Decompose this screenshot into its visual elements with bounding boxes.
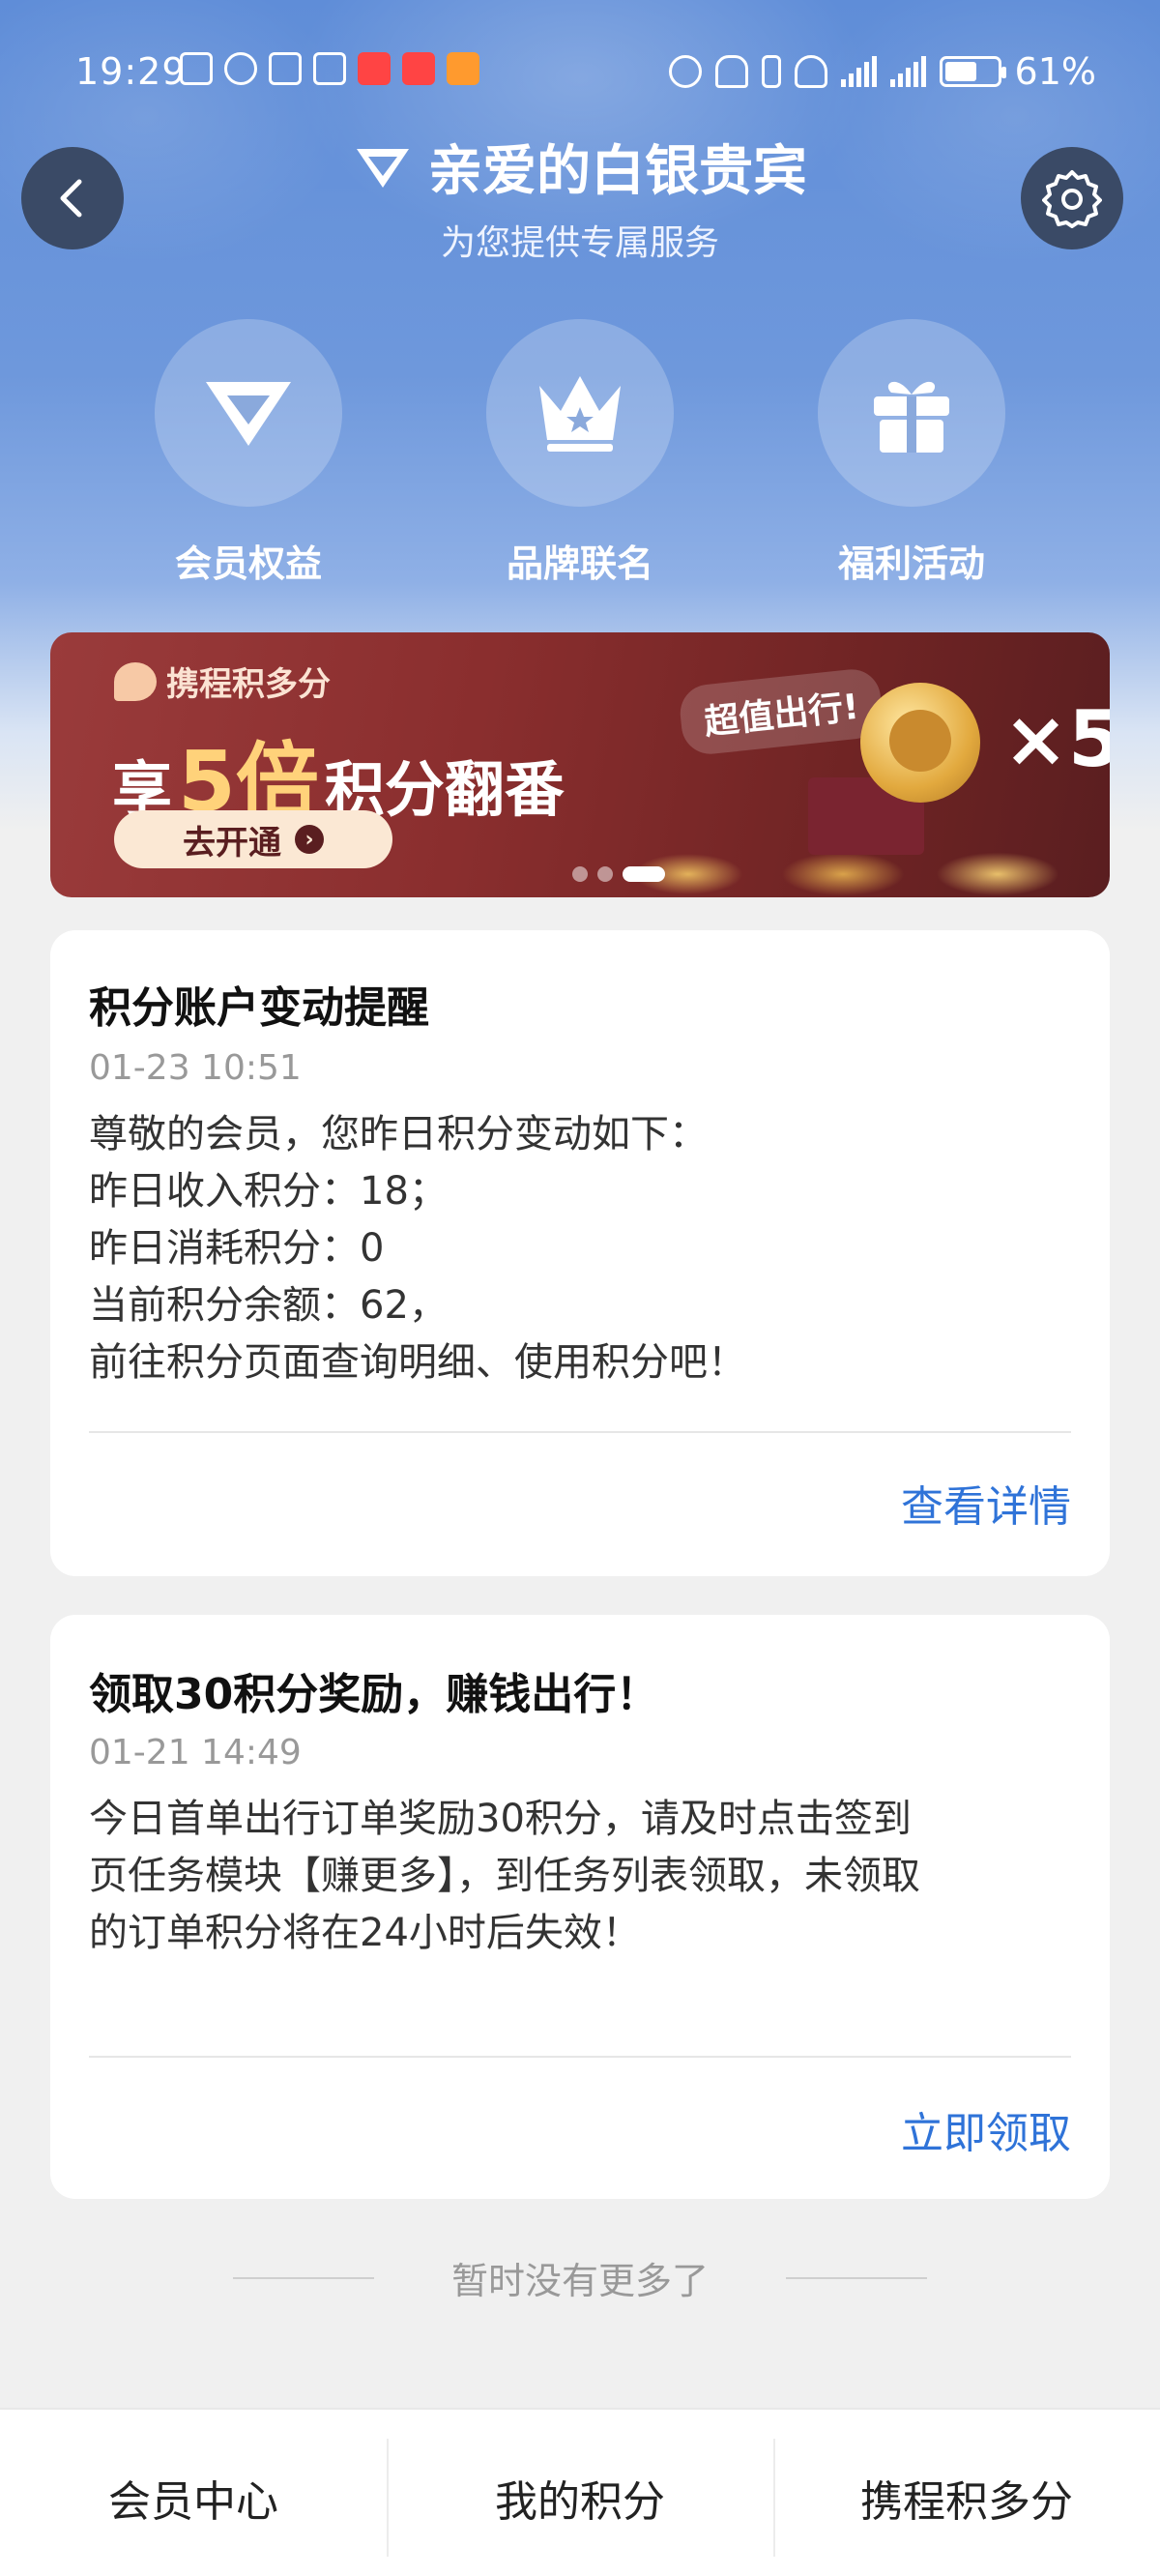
message-card: 积分账户变动提醒 01-23 10:51 尊敬的会员，您昨日积分变动如下： 昨日… <box>50 930 1110 1576</box>
entry-label: 会员权益 <box>174 542 322 585</box>
small-battery-icon <box>761 55 781 88</box>
headphones-icon <box>714 55 748 88</box>
alarm-icon <box>668 55 702 88</box>
app-icon <box>313 52 346 85</box>
view-details-link[interactable]: 查看详情 <box>901 1472 1071 1534</box>
app-red-icon-2 <box>402 52 435 85</box>
coin-icon <box>860 683 980 803</box>
message-line: 前往积分页面查询明细、使用积分吧！ <box>89 1340 746 1385</box>
mute-bell-icon <box>794 55 827 88</box>
weibo-icon <box>447 52 479 85</box>
app-red-icon <box>358 52 391 85</box>
banner-tag: 超值出行! <box>677 666 885 757</box>
gear-icon <box>1042 170 1102 228</box>
tab-ctrip-points[interactable]: 携程积多分 <box>773 2410 1160 2576</box>
no-more-text: 暂时没有更多了 <box>450 2260 709 2302</box>
tab-my-points[interactable]: 我的积分 <box>387 2410 773 2576</box>
entry-label: 品牌联名 <box>506 542 653 585</box>
battery-icon <box>939 56 1006 87</box>
status-notification-icons <box>180 52 479 85</box>
promo-banner[interactable]: 携程积多分 享 5倍 积分翻番 去开通 › 超值出行! ×5 <box>50 632 1110 897</box>
gift-icon <box>874 381 949 453</box>
message-line: 页任务模块【赚更多】，到任务列表领取，未领取 <box>89 1854 920 1898</box>
pagination-dot <box>572 866 588 882</box>
settings-button[interactable] <box>1021 147 1123 249</box>
banner-open-button[interactable]: 去开通 › <box>114 810 392 868</box>
entry-label: 福利活动 <box>837 542 985 585</box>
diamond-icon <box>357 148 409 188</box>
tab-member-center[interactable]: 会员中心 <box>0 2410 387 2576</box>
entry-icon-circle <box>155 319 342 507</box>
divider-line <box>232 2276 374 2279</box>
brand-logo-icon <box>114 661 157 701</box>
page-subtitle: 为您提供专属服务 <box>440 223 719 263</box>
banner-multiplier: ×5 <box>1003 694 1110 784</box>
entry-welfare-activity[interactable]: 福利活动 <box>796 319 1028 587</box>
message-line: 当前积分余额：62， <box>89 1283 448 1328</box>
message-body: 尊敬的会员，您昨日积分变动如下： 昨日收入积分：18； 昨日消耗积分：0 当前积… <box>89 1106 1075 1391</box>
diamond-icon <box>206 382 291 446</box>
claim-now-link[interactable]: 立即领取 <box>901 2098 1071 2160</box>
message-card: 领取30积分奖励，赚钱出行！ 01-21 14:49 今日首单出行订单奖励30积… <box>50 1615 1110 2199</box>
bottom-tab-bar: 会员中心 我的积分 携程积多分 <box>0 2408 1160 2576</box>
signal-5g-icon <box>840 56 877 87</box>
nfc-icon <box>269 52 302 85</box>
page-title: 亲爱的白银贵宾 <box>428 140 807 203</box>
status-system-icons: 61% <box>668 50 1096 93</box>
battery-fill <box>944 62 976 81</box>
banner-pagination <box>572 866 665 882</box>
message-line: 昨日收入积分：18； <box>89 1169 448 1214</box>
message-time: 01-23 10:51 <box>89 1048 302 1088</box>
crown-icon <box>539 376 621 452</box>
card-divider <box>89 1431 1071 1433</box>
eye-icon <box>224 52 257 85</box>
divider-line <box>786 2276 927 2279</box>
message-time: 01-21 14:49 <box>89 1733 302 1772</box>
banner-brand-text: 携程积多分 <box>166 665 331 704</box>
banner-brand: 携程积多分 <box>114 658 331 705</box>
end-of-list: 暂时没有更多了 <box>0 2251 1160 2304</box>
message-line: 尊敬的会员，您昨日积分变动如下： <box>89 1112 708 1156</box>
message-title: 领取30积分奖励，赚钱出行！ <box>89 1670 659 1719</box>
entry-icon-circle <box>486 319 674 507</box>
chevron-right-icon: › <box>295 825 324 854</box>
message-body: 今日首单出行订单奖励30积分，请及时点击签到 页任务模块【赚更多】，到任务列表领… <box>89 1791 1075 1962</box>
entry-brand-collab[interactable]: 品牌联名 <box>464 319 696 587</box>
status-time: 19:29 <box>75 50 187 93</box>
cast-icon <box>180 52 213 85</box>
card-divider <box>89 2056 1071 2058</box>
message-line: 今日首单出行订单奖励30积分，请及时点击签到 <box>89 1797 912 1841</box>
status-bar: 19:29 61% <box>0 39 1160 106</box>
message-line: 昨日消耗积分：0 <box>89 1226 385 1271</box>
quick-entries: 会员权益 品牌联名 福利活动 <box>0 319 1160 590</box>
battery-percentage: 61% <box>1014 50 1096 93</box>
signal-5g-icon-2 <box>889 56 926 87</box>
message-title: 积分账户变动提醒 <box>89 983 429 1033</box>
banner-cta-label: 去开通 <box>183 823 281 863</box>
pagination-dot-active <box>623 866 665 882</box>
pagination-dot <box>597 866 613 882</box>
entry-member-benefits[interactable]: 会员权益 <box>132 319 364 587</box>
page-title-row: 亲爱的白银贵宾 <box>0 128 1160 206</box>
entry-icon-circle <box>818 319 1005 507</box>
message-line: 的订单积分将在24小时后失效！ <box>89 1911 641 1955</box>
